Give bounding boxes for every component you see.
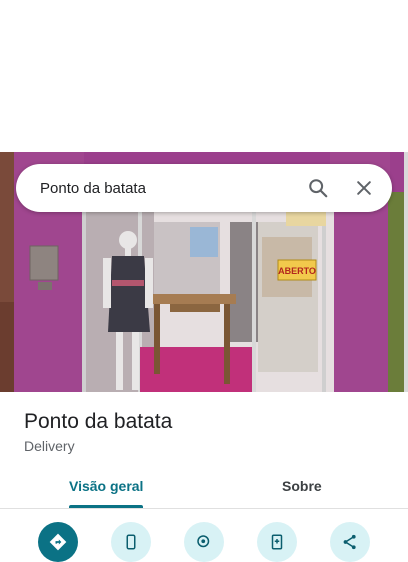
scrollbar[interactable] [404, 152, 408, 392]
location-search-icon [197, 535, 210, 548]
tab-overview[interactable]: Visão geral [69, 478, 143, 494]
save-button[interactable] [257, 522, 297, 562]
open-sign: ABERTO [278, 266, 316, 276]
tab-about[interactable]: Sobre [282, 478, 322, 494]
directions-button[interactable] [38, 522, 78, 562]
place-title: Ponto da batata [24, 410, 173, 433]
clear-search-button[interactable] [344, 168, 384, 208]
phone-icon [126, 534, 136, 550]
share-icon [343, 534, 356, 550]
nearby-button[interactable] [184, 522, 224, 562]
save-icon [271, 534, 283, 550]
tab-selected-indicator [69, 505, 143, 508]
action-buttons-row [0, 522, 408, 562]
tab-bar: Visão geral Sobre [0, 470, 408, 509]
place-info-panel: Ponto da batata Delivery Visão geral Sob… [0, 392, 408, 562]
search-bar[interactable]: Ponto da batata [16, 164, 392, 212]
map-area-blank [0, 0, 408, 152]
place-category: Delivery [24, 438, 75, 454]
share-button[interactable] [330, 522, 370, 562]
search-icon [309, 179, 328, 198]
directions-icon [49, 533, 67, 551]
close-icon [357, 181, 371, 195]
search-button[interactable] [298, 168, 338, 208]
call-button[interactable] [111, 522, 151, 562]
search-input[interactable]: Ponto da batata [40, 180, 298, 197]
